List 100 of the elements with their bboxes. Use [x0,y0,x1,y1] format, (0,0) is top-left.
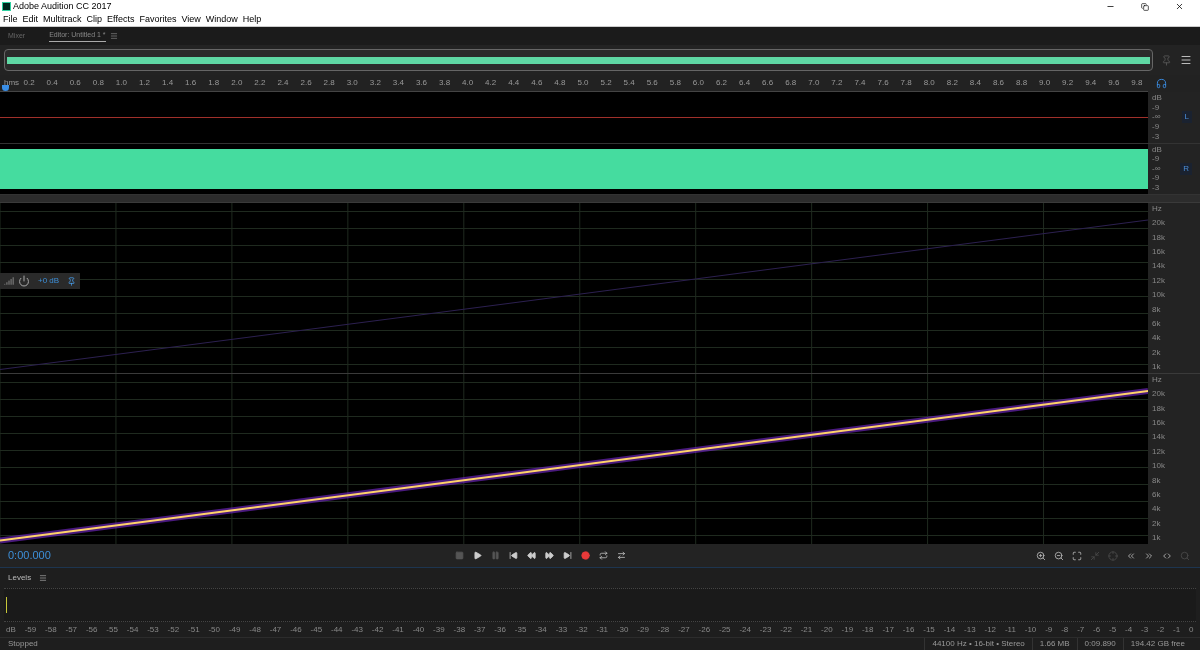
meter-scale-label: -19 [841,625,854,634]
ruler-label: 3.6 [415,77,427,89]
meter-scale-label: -35 [514,625,527,634]
ruler-label: 1.0 [115,77,127,89]
db-label: -9 [1152,155,1161,164]
gain-value[interactable]: +0 dB [34,275,64,287]
ruler-label: 6.6 [762,77,774,89]
meter-scale-label: -50 [208,625,220,634]
meter-scale-label: -2 [1157,625,1165,634]
meter-scale-label: 0 [1189,625,1194,634]
meter-scale-label: -33 [555,625,568,634]
status-field: 44100 Hz • 16-bit • Stereo [924,638,1032,650]
ruler-label: 2.4 [277,77,289,89]
ruler-label: 8.4 [969,77,981,89]
menu-item[interactable]: Multitrack [43,15,82,24]
menu-item[interactable]: Clip [86,15,103,24]
status-field: 194.42 GB free [1122,638,1192,650]
spectrogram-view[interactable]: +0 dB [0,203,1148,373]
meter-scale-label: -34 [535,625,547,634]
meter-scale-label: -25 [719,625,731,634]
frequency-label: 10k [1152,462,1166,471]
meter-scale-label: -15 [923,625,935,634]
ruler-label: 0.8 [92,77,104,89]
menu-item[interactable]: Help [242,15,262,24]
meter-scale-label: -36 [494,625,506,634]
ruler-label: 4.4 [508,77,520,89]
ruler-label: 5.4 [623,77,635,89]
frequency-label: 4k [1152,334,1162,343]
status-text: Stopped [8,638,38,650]
frequency-label: 1k [1152,533,1162,542]
ruler-label: 9.8 [1131,77,1143,89]
menu-item[interactable]: Window [205,15,238,24]
menu-item[interactable]: Favorites [139,15,177,24]
meter-scale-label: -30 [616,625,629,634]
frequency-label: Hz [1152,205,1163,213]
ruler-label: 1.2 [138,77,151,89]
frequency-label: Hz [1152,376,1163,384]
meter-scale-label: -16 [902,625,915,634]
ruler-label: 4.2 [485,77,497,89]
ruler-label: 5.8 [669,77,681,89]
meter-scale-label: -37 [473,625,486,634]
meter-scale-label: -49 [228,625,241,634]
meter-scale-label: -23 [759,625,772,634]
meter-scale-label: -43 [351,625,363,634]
meter-scale-label: -21 [800,625,813,634]
frequency-label: 16k [1152,248,1166,257]
meter-scale-label: -41 [392,625,404,634]
frequency-label: 8k [1152,305,1162,314]
meter-scale-label: -38 [453,625,466,634]
db-label: dB [1152,94,1162,102]
meter-scale-label: -22 [780,625,792,634]
channel-button[interactable]: R [1180,162,1192,175]
meter-scale-label: dB [6,625,16,634]
ruler-label: 9.2 [1062,77,1074,89]
ruler-label: 1.8 [208,77,220,89]
channel-button[interactable]: L [1181,111,1192,124]
ruler-label: 5.0 [577,77,589,89]
ruler-label: 8.0 [923,77,935,89]
menu-item[interactable]: Edit [22,15,39,24]
ruler-label: 7.6 [877,77,889,89]
meter-scale-label: -18 [861,625,874,634]
frequency-label: 6k [1152,490,1162,499]
menu-item[interactable]: Effects [107,15,135,24]
menu-item[interactable]: File [3,15,18,24]
meter-scale-label: -17 [882,625,894,634]
frequency-label: 14k [1152,262,1166,271]
meter-scale-label: -40 [412,625,425,634]
status-field: 0:09.890 [1076,638,1123,650]
meter-scale-label: -51 [188,625,200,634]
frequency-label: 10k [1152,291,1166,300]
ruler-label: 9.6 [1108,77,1120,89]
meter-scale-label: -45 [310,625,323,634]
meter-scale-label: -46 [290,625,302,634]
meter-scale-label: -56 [85,625,98,634]
meter-scale-label: -24 [739,625,751,634]
frequency-label: 14k [1152,433,1166,442]
ruler-label: 1.4 [162,77,174,89]
ruler-label: 2.6 [300,77,312,89]
ruler-label: 3.4 [392,77,404,89]
ruler-label: 8.8 [1015,77,1028,89]
ruler-label: 7.0 [808,77,820,89]
meter-scale-label: -9 [1045,625,1053,634]
ruler-label: 4.8 [554,77,566,89]
meter-scale-label: -4 [1125,625,1133,634]
ruler-label: 8.2 [946,77,958,89]
ruler-label: 7.8 [900,77,912,89]
ruler-label: 2.0 [231,77,243,89]
ruler-unit: hms [4,77,20,89]
meter-scale-label: -58 [45,625,57,634]
meter-scale-label: -42 [371,625,384,634]
ruler-label: 3.2 [369,77,381,89]
frequency-label: 8k [1152,476,1162,485]
db-label: -∞ [1152,113,1162,122]
db-label: -9 [1152,103,1161,112]
status-field: 1.66 MB [1031,638,1077,650]
meter-scale-label: -13 [964,625,976,634]
ruler-label: 7.4 [854,77,866,89]
meter-scale-label: -28 [657,625,670,634]
frequency-label: 1k [1152,362,1162,371]
menu-item[interactable]: View [181,15,201,24]
